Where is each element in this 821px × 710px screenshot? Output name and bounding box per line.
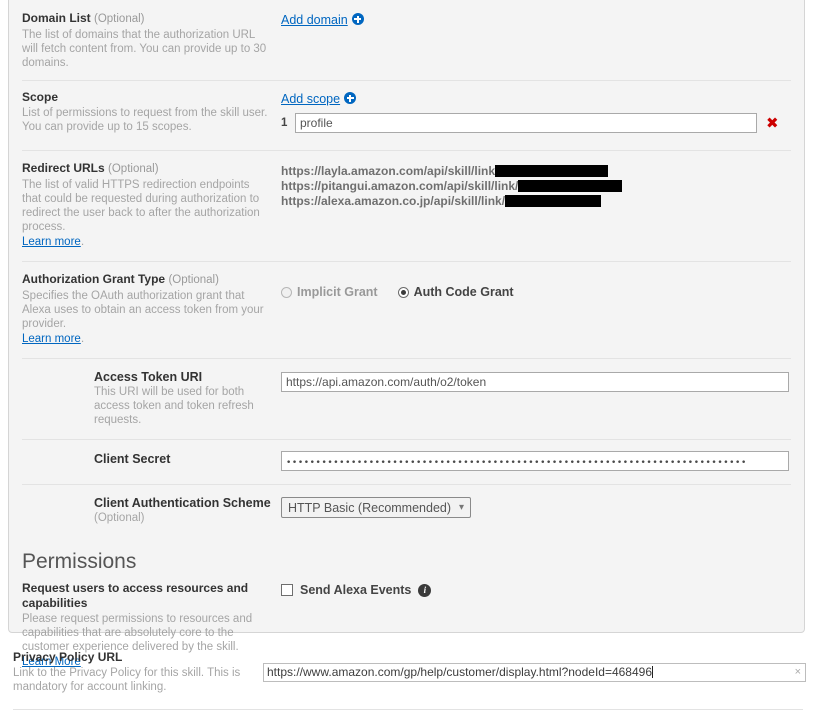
form-rows: Domain List (Optional) The list of domai… xyxy=(9,0,804,683)
clear-icon[interactable]: × xyxy=(795,665,801,679)
send-alexa-events-checkbox[interactable] xyxy=(281,584,293,596)
radio-implicit-grant[interactable] xyxy=(281,286,292,298)
radio-auth-code-grant-label[interactable]: Auth Code Grant xyxy=(414,285,514,299)
permissions-heading: Permissions xyxy=(22,550,137,573)
privacy-policy-url-value: https://www.amazon.com/gp/help/customer/… xyxy=(267,665,652,679)
domain-list-title-text: Domain List xyxy=(22,11,91,25)
field-row-client-secret: Client Secret ••••••••••••••••••••••••••… xyxy=(9,439,804,484)
redirect-url-text: https://layla.amazon.com/api/skill/link xyxy=(281,164,496,178)
redaction-bar xyxy=(495,165,609,177)
delete-scope-icon[interactable]: ✖ xyxy=(766,115,779,130)
chevron-down-icon: ▾ xyxy=(459,501,465,513)
grant-type-title-text: Authorization Grant Type xyxy=(22,272,166,286)
redirect-url-item: https://alexa.amazon.co.jp/api/skill/lin… xyxy=(281,194,792,209)
scope-index: 1 xyxy=(281,116,288,129)
redirect-urls-description: The list of valid HTTPS redirection endp… xyxy=(22,179,260,233)
access-token-uri-input[interactable]: https://api.amazon.com/auth/o2/token xyxy=(281,372,789,392)
scope-controls: Add scope 1 profile ✖ xyxy=(281,90,792,134)
privacy-policy-description: Link to the Privacy Policy for this skil… xyxy=(13,667,241,693)
redirect-urls-optional: (Optional) xyxy=(108,163,159,175)
field-row-grant-type: Authorization Grant Type (Optional) Spec… xyxy=(9,261,804,358)
grant-type-optional: (Optional) xyxy=(168,274,219,286)
privacy-policy-controls: https://www.amazon.com/gp/help/customer/… xyxy=(263,650,821,694)
redirect-url-item: https://pitangui.amazon.com/api/skill/li… xyxy=(281,179,792,194)
radio-implicit-grant-label[interactable]: Implicit Grant xyxy=(297,285,378,299)
redirect-url-item: https://layla.amazon.com/api/skill/link xyxy=(281,164,792,179)
client-auth-scheme-controls: HTTP Basic (Recommended) ▾ xyxy=(281,495,792,525)
field-row-scope: Scope List of permissions to request fro… xyxy=(9,80,804,150)
privacy-policy-url-input[interactable]: https://www.amazon.com/gp/help/customer/… xyxy=(263,663,806,682)
scope-labels: Scope List of permissions to request fro… xyxy=(22,90,281,134)
client-auth-scheme-title: Client Authentication Scheme xyxy=(94,496,271,510)
access-token-uri-description: This URI will be used for both access to… xyxy=(94,386,254,426)
account-linking-panel: Domain List (Optional) The list of domai… xyxy=(8,0,805,668)
client-auth-scheme-selected-value: HTTP Basic (Recommended) xyxy=(288,500,452,515)
radio-auth-code-grant[interactable] xyxy=(397,286,409,298)
send-alexa-events-label[interactable]: Send Alexa Events xyxy=(300,583,411,597)
grant-type-title: Authorization Grant Type (Optional) xyxy=(22,272,271,288)
add-scope-link[interactable]: Add scope xyxy=(281,92,340,106)
field-row-domain-list: Domain List (Optional) The list of domai… xyxy=(9,1,804,80)
client-auth-scheme-labels: Client Authentication Scheme (Optional) xyxy=(94,495,281,525)
domain-list-optional: (Optional) xyxy=(94,13,145,25)
plus-circle-icon[interactable] xyxy=(351,13,364,25)
domain-list-description: The list of domains that the authorizati… xyxy=(22,29,267,69)
client-secret-input[interactable]: ••••••••••••••••••••••••••••••••••••••••… xyxy=(281,451,789,471)
redirect-url-text: https://alexa.amazon.co.jp/api/skill/lin… xyxy=(281,194,506,208)
access-token-uri-labels: Access Token URI This URI will be used f… xyxy=(94,369,281,427)
redirect-url-text: https://pitangui.amazon.com/api/skill/li… xyxy=(281,179,519,193)
plus-circle-icon[interactable] xyxy=(344,92,357,104)
privacy-policy-input-wrap: https://www.amazon.com/gp/help/customer/… xyxy=(263,663,806,682)
send-alexa-events-row: Send Alexa Events i xyxy=(281,583,792,597)
scope-title: Scope xyxy=(22,90,59,104)
client-auth-scheme-select[interactable]: HTTP Basic (Recommended) ▾ xyxy=(281,497,472,518)
grant-type-labels: Authorization Grant Type (Optional) Spec… xyxy=(22,272,281,346)
redaction-bar xyxy=(518,180,623,192)
field-row-access-token-uri: Access Token URI This URI will be used f… xyxy=(9,358,804,439)
permissions-description: Please request permissions to resources … xyxy=(22,613,253,653)
permissions-section-header: Permissions xyxy=(9,539,804,579)
client-auth-scheme-optional: (Optional) xyxy=(94,512,145,524)
scope-description: List of permissions to request from the … xyxy=(22,107,268,133)
redaction-bar xyxy=(505,195,602,207)
redirect-urls-learn-more-period: . xyxy=(80,234,85,248)
redirect-urls-title: Redirect URLs (Optional) xyxy=(22,161,271,177)
access-token-uri-title: Access Token URI xyxy=(94,370,203,384)
field-row-client-auth-scheme: Client Authentication Scheme (Optional) … xyxy=(9,484,804,539)
redirect-urls-values: https://layla.amazon.com/api/skill/link … xyxy=(281,161,792,249)
privacy-policy-section: Privacy Policy URL Link to the Privacy P… xyxy=(0,650,821,694)
access-token-uri-controls: https://api.amazon.com/auth/o2/token xyxy=(281,369,792,427)
scope-row: 1 profile ✖ xyxy=(281,112,792,133)
domain-list-title: Domain List (Optional) xyxy=(22,11,271,27)
grant-type-description: Specifies the OAuth authorization grant … xyxy=(22,290,264,330)
scope-input[interactable]: profile xyxy=(295,112,757,133)
text-caret xyxy=(652,666,653,678)
client-secret-title: Client Secret xyxy=(94,452,171,466)
privacy-policy-inner: Privacy Policy URL Link to the Privacy P… xyxy=(0,650,821,694)
redirect-urls-title-text: Redirect URLs xyxy=(22,161,105,175)
grant-type-learn-more-period: . xyxy=(80,331,85,345)
grant-type-radio-group: Implicit Grant Auth Code Grant xyxy=(281,285,792,299)
privacy-policy-title: Privacy Policy URL xyxy=(13,650,123,664)
client-secret-masked-value: ••••••••••••••••••••••••••••••••••••••••… xyxy=(286,458,747,468)
client-secret-controls: ••••••••••••••••••••••••••••••••••••••••… xyxy=(281,451,792,471)
grant-type-learn-more-link[interactable]: Learn more xyxy=(22,332,81,346)
redirect-urls-labels: Redirect URLs (Optional) The list of val… xyxy=(22,161,281,249)
domain-list-controls: Add domain xyxy=(281,11,792,70)
field-row-redirect-urls: Redirect URLs (Optional) The list of val… xyxy=(9,150,804,261)
redirect-urls-learn-more-link[interactable]: Learn more xyxy=(22,235,81,249)
client-secret-labels: Client Secret xyxy=(94,451,281,471)
grant-type-controls: Implicit Grant Auth Code Grant xyxy=(281,272,792,346)
permissions-title: Request users to access resources and ca… xyxy=(22,581,249,610)
domain-list-labels: Domain List (Optional) The list of domai… xyxy=(22,11,281,70)
add-domain-link[interactable]: Add domain xyxy=(281,13,348,27)
info-icon[interactable]: i xyxy=(418,583,432,597)
privacy-policy-labels: Privacy Policy URL Link to the Privacy P… xyxy=(13,650,263,694)
